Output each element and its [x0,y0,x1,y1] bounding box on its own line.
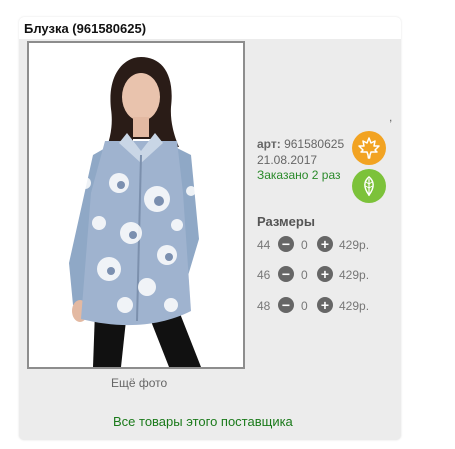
increase-quantity-button[interactable]: + [317,266,333,282]
product-date: 21.08.2017 [257,153,318,167]
leaf-icon [352,169,386,203]
size-price: 429р. [339,268,370,282]
increase-quantity-button[interactable]: + [317,236,333,252]
decrease-quantity-button[interactable]: − [278,266,294,282]
maple-leaf-icon [352,131,386,165]
size-row: 46 − 0 + 429р. [257,266,397,284]
article-label: арт: [257,137,281,151]
supplier-products-link[interactable]: Все товары этого поставщика [113,414,293,429]
more-photos-link[interactable]: Ещё фото [111,376,167,390]
product-card: Блузка (961580625) Ещё фото , арт: 96158… [19,17,401,440]
ordered-count: Заказано 2 раз [257,168,341,182]
product-info: арт: 961580625 21.08.2017 Заказано 2 раз [257,137,344,182]
sizes-title: Размеры [257,214,315,229]
separator-comma: , [389,110,393,124]
product-title: Блузка (961580625) [24,21,147,36]
title-bar: Блузка (961580625) [19,17,401,39]
quantity-value: 0 [301,268,308,282]
size-price: 429р. [339,238,370,252]
product-photo[interactable] [27,41,245,369]
size-label: 46 [257,268,271,282]
blouse-photo-image [29,43,243,367]
increase-quantity-button[interactable]: + [317,297,333,313]
size-row: 44 − 0 + 429р. [257,236,397,254]
article-value: 961580625 [284,137,345,151]
quantity-value: 0 [301,238,308,252]
decrease-quantity-button[interactable]: − [278,297,294,313]
size-row: 48 − 0 + 429р. [257,297,397,315]
size-price: 429р. [339,299,370,313]
size-label: 44 [257,238,271,252]
article-line: арт: 961580625 [257,137,344,152]
decrease-quantity-button[interactable]: − [278,236,294,252]
quantity-value: 0 [301,299,308,313]
size-label: 48 [257,299,271,313]
